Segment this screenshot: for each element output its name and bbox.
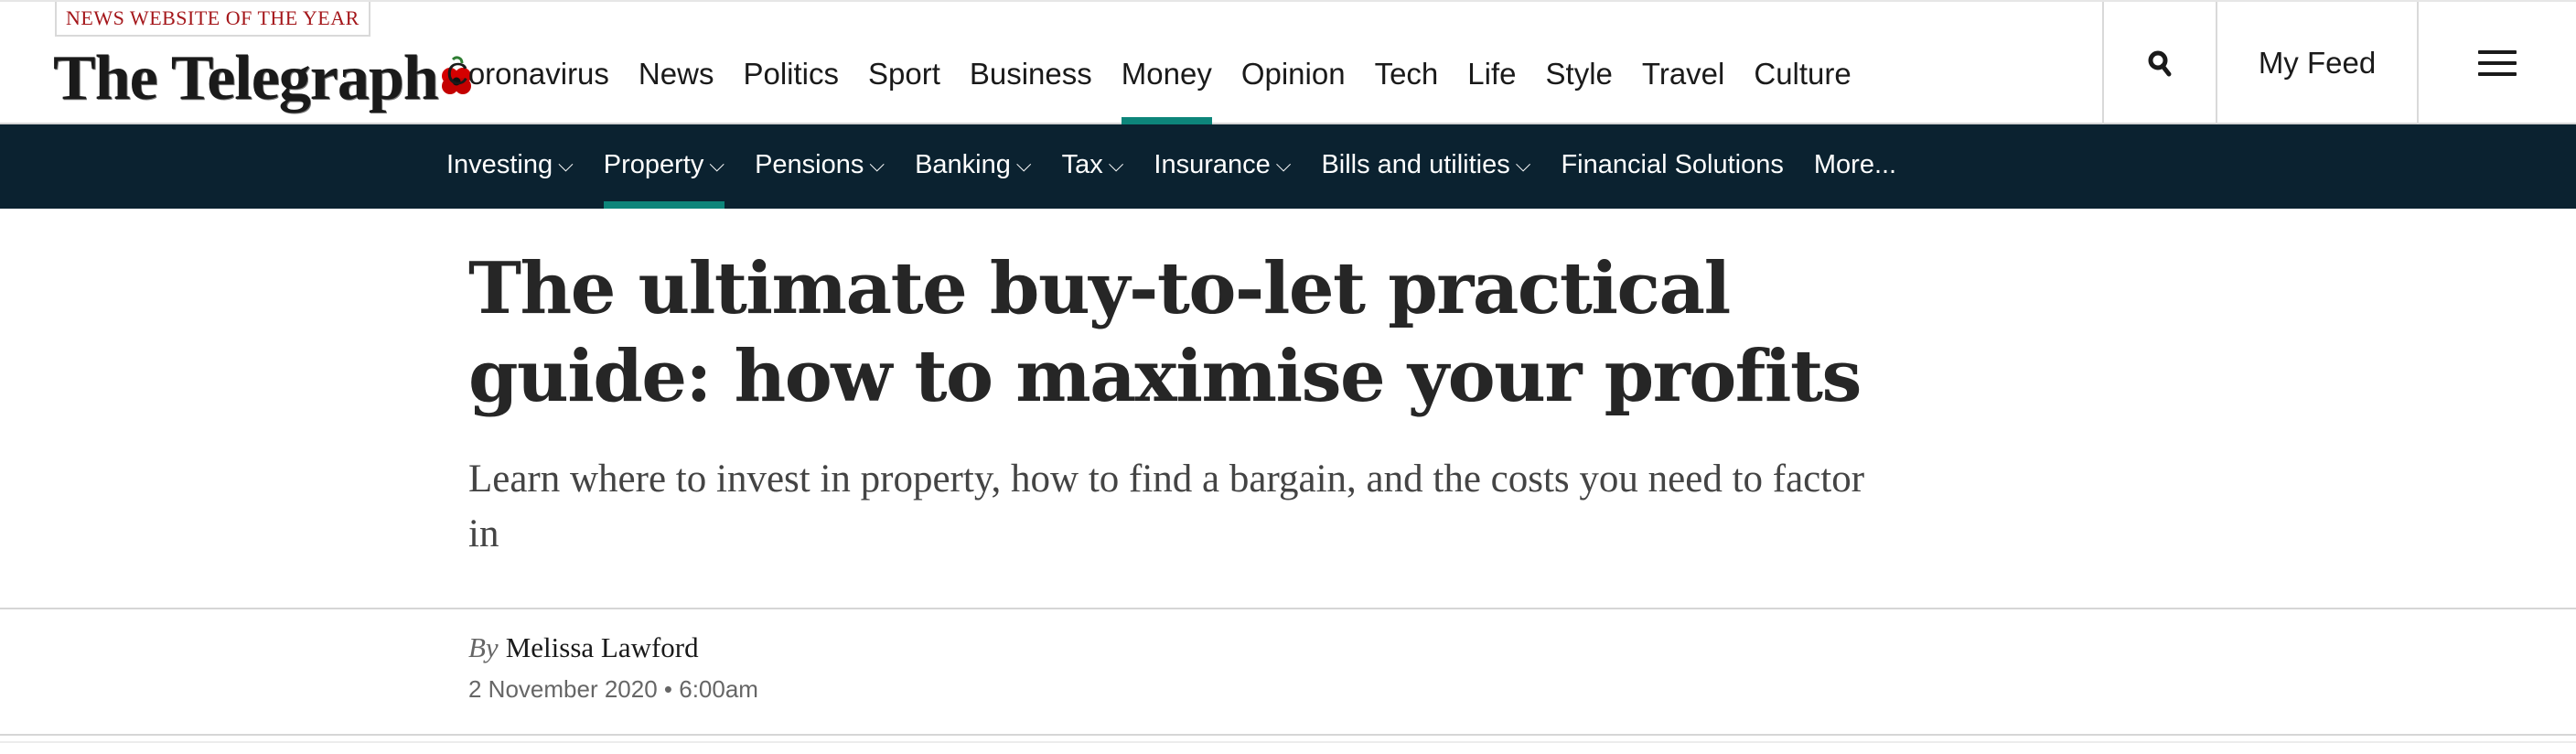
nav-news[interactable]: News: [639, 57, 714, 124]
subnav-items: Investing ⌵ Property ⌵ Pensions ⌵ Banking ⌵ …: [446, 124, 1896, 209]
nav-life[interactable]: Life: [1467, 57, 1516, 124]
nav-business[interactable]: Business: [970, 57, 1092, 124]
chevron-down-icon: ⌵: [1108, 153, 1124, 176]
subnav-label: Insurance: [1154, 150, 1271, 179]
my-feed-button[interactable]: My Feed: [2216, 2, 2417, 124]
masthead: NEWS WEBSITE OF THE YEAR The Telegraph C…: [0, 0, 2576, 124]
subnav-label: Bills and utilities: [1321, 150, 1510, 179]
telegraph-logo[interactable]: The Telegraph: [53, 42, 473, 115]
hamburger-menu-icon: [2478, 43, 2517, 83]
subnav-bills-and-utilities[interactable]: Bills and utilities ⌵: [1321, 124, 1530, 209]
nav-politics[interactable]: Politics: [743, 57, 839, 124]
nav-sport[interactable]: Sport: [868, 57, 940, 124]
chevron-down-icon: ⌵: [1515, 153, 1531, 176]
subnav-insurance[interactable]: Insurance ⌵: [1154, 124, 1291, 209]
subnav-property[interactable]: Property ⌵: [603, 124, 725, 209]
nav-opinion[interactable]: Opinion: [1241, 57, 1346, 124]
search-button[interactable]: [2102, 2, 2216, 124]
publish-date: 2 November 2020 • 6:00am: [468, 675, 758, 703]
subnav-investing[interactable]: Investing ⌵: [446, 124, 574, 209]
header-tools: My Feed: [2102, 2, 2576, 124]
nav-tech[interactable]: Tech: [1375, 57, 1439, 124]
award-badge: NEWS WEBSITE OF THE YEAR: [55, 2, 370, 37]
subnav-tax[interactable]: Tax ⌵: [1062, 124, 1124, 209]
subnav-label: Pensions: [755, 150, 864, 179]
subnav-pensions[interactable]: Pensions ⌵: [755, 124, 885, 209]
subnav-financial-solutions[interactable]: Financial Solutions: [1561, 124, 1783, 209]
nav-style[interactable]: Style: [1546, 57, 1613, 124]
subnav-label: Financial Solutions: [1561, 150, 1784, 179]
menu-button[interactable]: [2417, 2, 2576, 124]
chevron-down-icon: ⌵: [558, 153, 574, 176]
chevron-down-icon: ⌵: [709, 153, 725, 176]
chevron-down-icon: ⌵: [1275, 153, 1292, 176]
subnav-label: Tax: [1061, 150, 1103, 179]
divider: [0, 734, 2576, 736]
money-subnav: Investing ⌵ Property ⌵ Pensions ⌵ Banking ⌵ …: [0, 124, 2576, 209]
subnav-label: Banking: [915, 150, 1011, 179]
nav-travel[interactable]: Travel: [1642, 57, 1724, 124]
nav-coronavirus[interactable]: Coronavirus: [446, 57, 609, 124]
subnav-banking[interactable]: Banking ⌵: [915, 124, 1032, 209]
author-link[interactable]: Melissa Lawford: [506, 631, 699, 663]
nav-culture[interactable]: Culture: [1754, 57, 1851, 124]
logo-wordmark: The Telegraph: [53, 43, 439, 113]
chevron-down-icon: ⌵: [1015, 153, 1032, 176]
chevron-down-icon: ⌵: [869, 153, 886, 176]
article-headline: The ultimate buy-to-let practical guide:…: [468, 247, 1862, 418]
subnav-label: Investing: [446, 150, 553, 179]
search-icon: [2148, 50, 2172, 77]
divider: [0, 741, 2576, 743]
byline-prefix: By: [468, 631, 499, 663]
byline: By Melissa Lawford: [468, 631, 699, 664]
subnav-label: Property: [603, 150, 704, 179]
main-nav: Coronavirus News Politics Sport Business…: [446, 57, 1852, 126]
nav-money[interactable]: Money: [1121, 57, 1212, 124]
divider: [0, 608, 2576, 609]
article-standfirst: Learn where to invest in property, how t…: [468, 458, 1865, 555]
subnav-label: More...: [1813, 150, 1897, 179]
subnav-more[interactable]: More...: [1814, 124, 1896, 209]
